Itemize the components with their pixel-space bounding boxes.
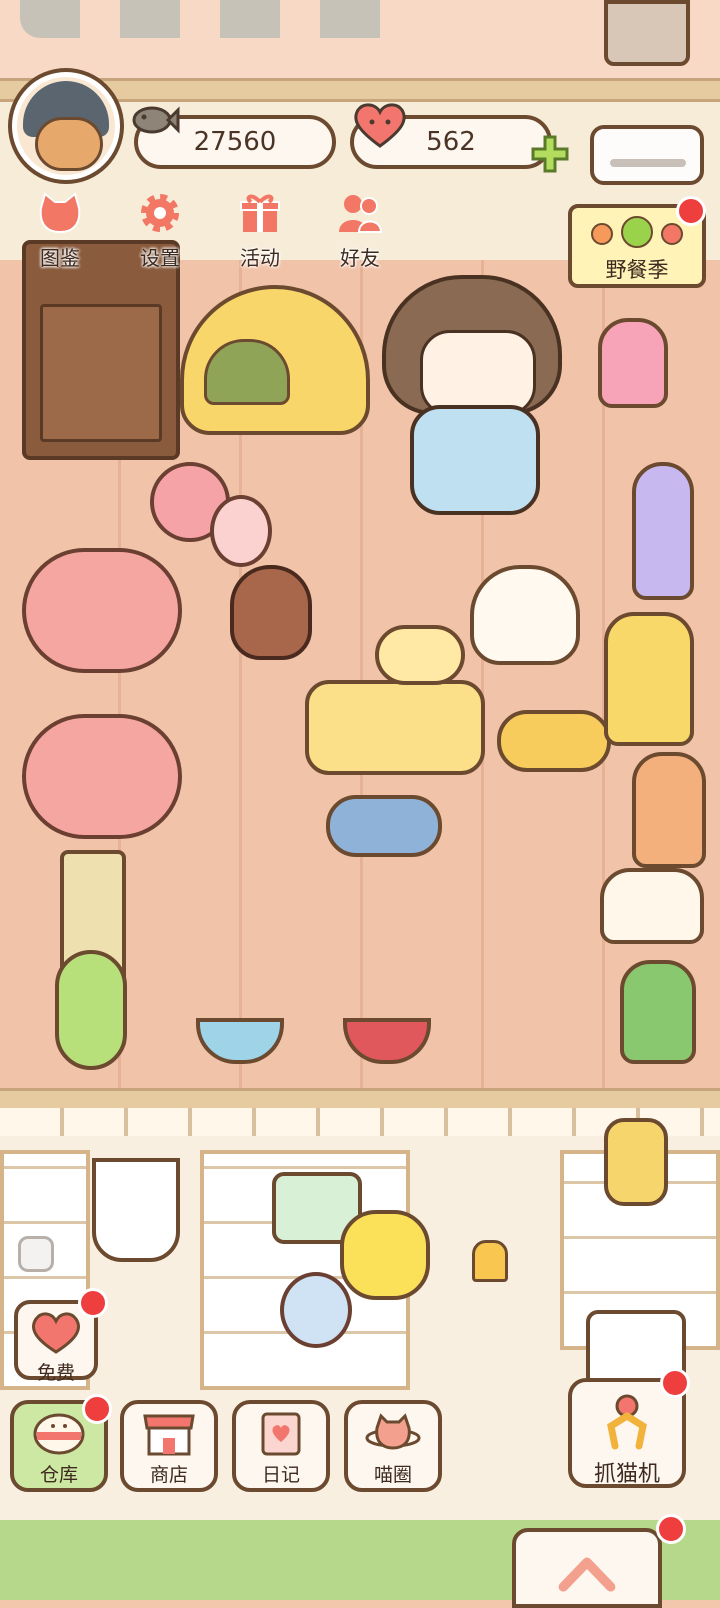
cat-head-icon [39, 192, 81, 234]
hanging-scroll[interactable] [92, 1158, 180, 1262]
friends-icon [339, 195, 383, 233]
pink-floor-cushion[interactable] [22, 714, 182, 839]
friends-label: 好友 [340, 246, 380, 270]
catalog-button[interactable]: 图鉴 [15, 192, 105, 272]
bamboo-pot[interactable] [620, 960, 696, 1064]
fruit-plate [375, 625, 465, 685]
storage-icon [33, 1413, 85, 1455]
expand-furniture-button[interactable] [512, 1528, 662, 1608]
bonsai-yellow[interactable] [604, 612, 694, 746]
settings-button[interactable]: 设置 [115, 192, 205, 272]
shop-icon [143, 1414, 195, 1456]
heart-currency-icon [354, 103, 406, 148]
hanging-lantern [604, 1118, 668, 1206]
claw-machine-label: 抓猫机 [593, 1462, 660, 1487]
cat-circle-label: 喵圈 [373, 1464, 412, 1486]
shop-button[interactable]: 商店 [120, 1400, 218, 1492]
events-button[interactable]: 活动 [215, 192, 305, 272]
teddy-bear[interactable] [230, 565, 312, 660]
wooden-cabinet[interactable] [22, 240, 180, 460]
player-character-face [420, 330, 536, 416]
catalog-label: 图鉴 [40, 246, 80, 270]
diary-icon [261, 1412, 301, 1456]
add-hearts-button[interactable] [530, 134, 570, 174]
air-conditioner [590, 125, 704, 185]
bear-face [35, 117, 103, 171]
blue-cushion[interactable] [326, 795, 442, 857]
ghost-cat[interactable] [470, 565, 580, 665]
shop-label: 商店 [149, 1464, 188, 1486]
player-character[interactable] [410, 405, 540, 515]
claw-icon [607, 1394, 647, 1450]
expand-notification-badge [656, 1514, 686, 1544]
yellow-cushion[interactable] [497, 710, 611, 772]
flower-pot-pink[interactable] [598, 318, 668, 408]
diary-label: 日记 [261, 1464, 300, 1486]
free-notification-badge [78, 1288, 108, 1318]
top-box-decoration [604, 0, 690, 66]
flower-pot-purple[interactable] [632, 462, 694, 600]
gear-icon [141, 194, 179, 232]
gift-icon [240, 194, 280, 232]
storage-label: 仓库 [39, 1464, 78, 1486]
player-avatar[interactable] [12, 72, 120, 180]
top-pots-decoration [20, 0, 400, 38]
striped-balloon [210, 495, 272, 567]
events-label: 活动 [240, 246, 280, 270]
storage-notification-badge [82, 1394, 112, 1424]
blue-balloon [280, 1272, 352, 1348]
chevron-up-icon [558, 1557, 616, 1592]
coin-count: 27560 [193, 127, 277, 157]
event-label: 野餐季 [605, 258, 669, 282]
fish-coin-icon [132, 106, 180, 134]
diary-button[interactable]: 日记 [232, 1400, 330, 1492]
settings-label: 设置 [140, 246, 180, 270]
claw-notification-badge [660, 1368, 690, 1398]
picnic-table[interactable] [305, 680, 485, 775]
lucky-cat-figure[interactable] [600, 868, 704, 944]
cat-circle-button[interactable]: 喵圈 [344, 1400, 442, 1492]
planet-cat-icon [365, 1413, 421, 1450]
wind-bell [472, 1240, 508, 1282]
friends-button[interactable]: 好友 [315, 192, 405, 272]
heart-count: 562 [426, 127, 476, 157]
sunflower-scratcher[interactable] [55, 950, 127, 1070]
event-notification-badge [676, 196, 706, 226]
pink-floor-cushion[interactable] [22, 548, 182, 673]
flower-pot-orange[interactable] [632, 752, 706, 868]
hide-ui-toggle[interactable] [18, 1236, 54, 1272]
free-label: 免费 [36, 1362, 75, 1384]
star-balloon [340, 1210, 430, 1300]
heart-icon [32, 1312, 80, 1354]
